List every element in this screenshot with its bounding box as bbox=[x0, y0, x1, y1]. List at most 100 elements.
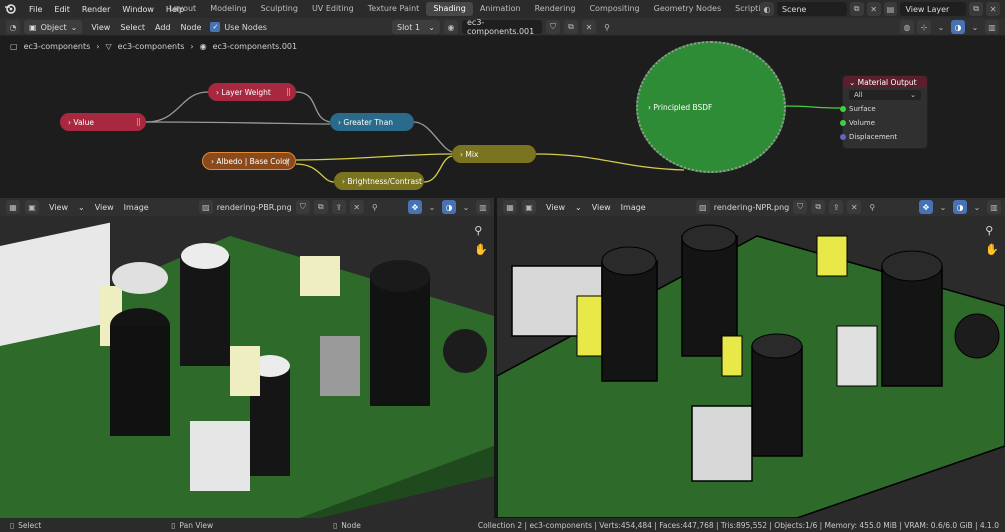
tab-animation[interactable]: Animation bbox=[473, 2, 528, 16]
duplicate-image-icon[interactable]: ⧉ bbox=[811, 200, 826, 214]
tab-shading[interactable]: Shading bbox=[426, 2, 473, 16]
object-mode-dropdown[interactable]: ▣ Object ⌄ bbox=[24, 20, 83, 34]
menu-view[interactable]: View bbox=[86, 23, 115, 32]
view-layer-field[interactable]: View Layer bbox=[900, 2, 967, 16]
menu-select[interactable]: Select bbox=[115, 23, 150, 32]
delete-view-layer-icon[interactable]: ✕ bbox=[986, 2, 1001, 16]
blender-logo-icon[interactable] bbox=[3, 2, 17, 16]
material-sphere-icon[interactable]: ◉ bbox=[444, 20, 458, 34]
editor-type-icon[interactable]: ▦ bbox=[6, 200, 20, 214]
pbr-render-image[interactable] bbox=[0, 216, 494, 518]
status-select-label: Select bbox=[18, 520, 42, 530]
navigation-gizmo: ⚲ ✋ bbox=[985, 224, 999, 256]
menu-edit[interactable]: Edit bbox=[48, 5, 76, 14]
snap-chevron-icon[interactable]: ⌄ bbox=[934, 20, 948, 34]
duplicate-image-icon[interactable]: ⧉ bbox=[313, 200, 328, 214]
duplicate-material-icon[interactable]: ⧉ bbox=[564, 20, 578, 34]
principled-bsdf-node[interactable]: › Principled BSDF bbox=[636, 41, 786, 173]
overlays-toggle-icon[interactable]: ◑ bbox=[951, 20, 965, 34]
tab-geometry-nodes[interactable]: Geometry Nodes bbox=[647, 2, 728, 16]
view-layer-icon[interactable]: ▤ bbox=[883, 2, 898, 16]
editor-type-icon[interactable]: ◔ bbox=[6, 20, 20, 34]
view-dropdown[interactable]: View bbox=[44, 203, 73, 212]
tab-texture-paint[interactable]: Texture Paint bbox=[361, 2, 427, 16]
editor-type-icon[interactable]: ▦ bbox=[503, 200, 517, 214]
new-view-layer-icon[interactable]: ⧉ bbox=[969, 2, 984, 16]
surface-socket[interactable]: Surface bbox=[840, 102, 927, 116]
zoom-icon[interactable]: ⚲ bbox=[985, 224, 999, 237]
tab-layout[interactable]: Layout bbox=[162, 2, 203, 16]
tab-sculpting[interactable]: Sculpting bbox=[254, 2, 305, 16]
new-scene-icon[interactable]: ⧉ bbox=[849, 2, 864, 16]
pan-hand-icon[interactable]: ✋ bbox=[474, 243, 488, 256]
fake-user-icon[interactable]: ⛉ bbox=[295, 200, 310, 214]
tab-modeling[interactable]: Modeling bbox=[203, 2, 253, 16]
pin-icon[interactable]: ⚲ bbox=[600, 20, 614, 34]
pin-icon[interactable]: ⚲ bbox=[865, 200, 879, 214]
gizmo-icon[interactable]: ✥ bbox=[919, 200, 933, 214]
scene-field[interactable]: Scene bbox=[776, 2, 847, 16]
menu-image[interactable]: Image bbox=[119, 203, 154, 212]
overlays-chevron-icon[interactable]: ⌄ bbox=[459, 200, 473, 214]
view-mode-icon[interactable]: ▣ bbox=[522, 200, 536, 214]
view-mode-icon[interactable]: ▣ bbox=[25, 200, 39, 214]
layer-weight-node[interactable]: › Layer Weight bbox=[208, 83, 296, 101]
menu-file[interactable]: File bbox=[23, 5, 48, 14]
image-icon[interactable]: ▨ bbox=[695, 200, 710, 214]
menu-window[interactable]: Window bbox=[116, 5, 160, 14]
slot-dropdown[interactable]: Slot 1 ⌄ bbox=[392, 20, 440, 34]
menu-render[interactable]: Render bbox=[76, 5, 116, 14]
menu-node[interactable]: Node bbox=[176, 23, 207, 32]
gizmo-icon[interactable]: ✥ bbox=[408, 200, 422, 214]
npr-render-image[interactable] bbox=[497, 216, 1005, 518]
sidebar-toggle-icon[interactable]: ▥ bbox=[987, 200, 1001, 214]
pin-icon[interactable]: ⚲ bbox=[368, 200, 382, 214]
menu-view[interactable]: View bbox=[90, 203, 119, 212]
output-target-label: All bbox=[854, 91, 863, 99]
fake-user-icon[interactable]: ⛉ bbox=[546, 20, 560, 34]
overlays-icon[interactable]: ◑ bbox=[953, 200, 967, 214]
overlay-icon[interactable]: ◍ bbox=[900, 20, 914, 34]
pan-hand-icon[interactable]: ✋ bbox=[985, 243, 999, 256]
volume-socket[interactable]: Volume bbox=[840, 116, 927, 130]
image-name[interactable]: rendering-NPR.png bbox=[714, 203, 790, 212]
view-dropdown[interactable]: View bbox=[541, 203, 570, 212]
use-nodes-toggle[interactable]: ✓ Use Nodes bbox=[210, 22, 267, 32]
gizmo-chevron-icon[interactable]: ⌄ bbox=[425, 200, 439, 214]
image-icon[interactable]: ▨ bbox=[198, 200, 213, 214]
greater-than-node[interactable]: › Greater Than bbox=[330, 113, 414, 131]
menu-add[interactable]: Add bbox=[150, 23, 176, 32]
value-node[interactable]: › Value bbox=[60, 113, 146, 131]
albedo-texture-node[interactable]: › Albedo | Base Color bbox=[202, 152, 296, 170]
unlink-material-icon[interactable]: ✕ bbox=[582, 20, 596, 34]
tab-uv-editing[interactable]: UV Editing bbox=[305, 2, 361, 16]
mix-node[interactable]: › Mix bbox=[452, 145, 536, 163]
gizmo-chevron-icon[interactable]: ⌄ bbox=[936, 200, 950, 214]
overlays-chevron-icon[interactable]: ⌄ bbox=[968, 20, 982, 34]
material-name-field[interactable]: ec3-components.001 bbox=[462, 18, 542, 36]
chevron-down-icon: ⌄ bbox=[428, 22, 435, 32]
tab-compositing[interactable]: Compositing bbox=[582, 2, 646, 16]
output-target-dropdown[interactable]: All ⌄ bbox=[849, 90, 921, 100]
tab-rendering[interactable]: Rendering bbox=[528, 2, 583, 16]
sidebar-toggle-icon[interactable]: ▥ bbox=[985, 20, 999, 34]
sidebar-toggle-icon[interactable]: ▥ bbox=[476, 200, 490, 214]
image-name[interactable]: rendering-PBR.png bbox=[217, 203, 292, 212]
displacement-socket[interactable]: Displacement bbox=[840, 130, 927, 144]
close-image-icon[interactable]: ✕ bbox=[349, 200, 364, 214]
overlays-chevron-icon[interactable]: ⌄ bbox=[970, 200, 984, 214]
menu-image[interactable]: Image bbox=[616, 203, 651, 212]
menu-view[interactable]: View bbox=[587, 203, 616, 212]
brightness-contrast-node[interactable]: › Brightness/Contrast bbox=[334, 172, 424, 190]
scene-icon[interactable]: ◐ bbox=[760, 2, 774, 16]
fake-user-icon[interactable]: ⛉ bbox=[793, 200, 808, 214]
snap-icon[interactable]: ⊹ bbox=[917, 20, 931, 34]
open-image-icon[interactable]: ⇪ bbox=[829, 200, 844, 214]
open-image-icon[interactable]: ⇪ bbox=[331, 200, 346, 214]
close-image-icon[interactable]: ✕ bbox=[847, 200, 862, 214]
zoom-icon[interactable]: ⚲ bbox=[474, 224, 488, 237]
delete-scene-icon[interactable]: ✕ bbox=[866, 2, 881, 16]
node-editor-canvas[interactable]: ▢ ec3-components › ▽ ec3-components › ◉ … bbox=[0, 36, 1005, 198]
material-output-node[interactable]: ⌄ Material Output All ⌄ Surface Volume D… bbox=[840, 75, 928, 149]
overlays-icon[interactable]: ◑ bbox=[442, 200, 456, 214]
